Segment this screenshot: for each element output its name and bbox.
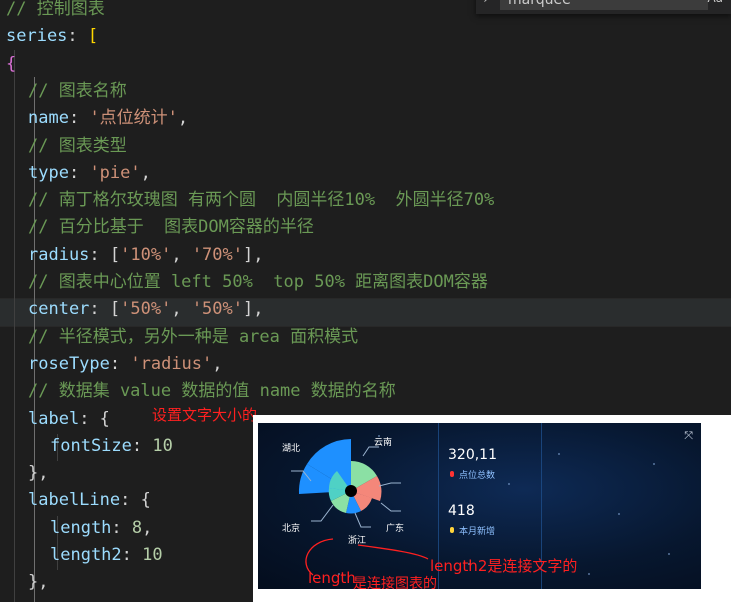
code-line[interactable]: labelLine: { (28, 487, 151, 514)
code-token: : (111, 517, 132, 538)
code-token: 10 (142, 545, 163, 565)
code-token: : [ (89, 244, 121, 265)
code-line[interactable]: }, (28, 569, 48, 596)
code-token: : (121, 545, 143, 565)
code-line[interactable]: length2: 10 (50, 542, 163, 569)
find-widget[interactable]: › marquee Aa (476, 0, 731, 14)
code-token: label (28, 408, 80, 429)
code-token: // 百分比基于 图表DOM容器的半径 (28, 217, 314, 238)
code-line[interactable]: }, (28, 460, 48, 487)
code-token: , (140, 162, 151, 183)
code-token: length2 (50, 545, 122, 565)
code-token: : (68, 162, 90, 183)
code-token: center (28, 299, 90, 320)
code-token: '点位统计' (89, 108, 178, 129)
code-line[interactable]: // 图表名称 (28, 78, 127, 105)
code-token: , (212, 353, 223, 374)
code-token: // 控制图表 (6, 0, 105, 19)
code-line[interactable]: fontSize: 10 (50, 433, 173, 460)
code-line[interactable]: // 图表类型 (28, 133, 127, 160)
code-token: // 半径模式，另外一种是 area 面积模式 (28, 326, 359, 347)
code-line[interactable]: series: [ (6, 23, 98, 50)
length2-annotation: length2是连接文字的 (430, 557, 578, 575)
code-token: : (67, 26, 88, 47)
code-token: : { (79, 408, 110, 429)
code-line[interactable]: length: 8, (50, 515, 152, 542)
code-token: // 图表名称 (28, 80, 127, 101)
code-token: fontSize (50, 435, 132, 456)
code-token: // 图表类型 (28, 135, 127, 156)
code-line[interactable]: { (6, 51, 16, 78)
code-token: ], (243, 299, 264, 320)
code-token: length (50, 517, 112, 538)
code-token: , (142, 517, 153, 538)
code-token: // 南丁格尔玫瑰图 有两个圆 内圆半径10% 外圆半径70% (28, 190, 495, 211)
code-line[interactable]: // 百分比基于 图表DOM容器的半径 (28, 214, 314, 241)
code-token: radius (28, 244, 90, 265)
code-token: 10 (152, 435, 173, 456)
font-size-annotation: 设置文字大小的 (152, 406, 258, 424)
match-case-toggle[interactable]: Aa (707, 0, 723, 5)
code-token: : (68, 108, 90, 129)
length-annotation: 是连接图表的 (353, 576, 437, 592)
code-token: labelLine (28, 490, 121, 511)
code-token: '50%' (191, 299, 243, 320)
code-line[interactable]: center: ['50%', '50%'], (28, 296, 263, 323)
code-token: [ (87, 26, 99, 47)
code-token: '50%' (120, 299, 172, 320)
code-token: 'pie' (89, 162, 141, 183)
code-line[interactable]: // 图表中心位置 left 50% top 50% 距离图表DOM容器 (28, 269, 488, 296)
code-line[interactable]: // 数据集 value 数据的值 name 数据的名称 (28, 378, 396, 405)
code-token: name (28, 108, 69, 129)
code-token: { (6, 53, 17, 74)
code-token: '70%' (191, 244, 243, 265)
code-line[interactable]: roseType: 'radius', (28, 351, 223, 378)
indent-guide (14, 50, 15, 602)
code-token: : (131, 435, 153, 456)
code-token: 8 (131, 517, 143, 538)
code-line[interactable]: type: 'pie', (28, 160, 151, 187)
code-line[interactable]: // 南丁格尔玫瑰图 有两个圆 内圆半径10% 外圆半径70% (28, 187, 494, 214)
code-token: , (177, 108, 189, 129)
code-token: }, (28, 572, 49, 593)
code-token: 'radius' (130, 353, 213, 374)
code-token: series (6, 26, 68, 47)
code-token: : [ (89, 299, 121, 320)
code-line[interactable]: radius: ['10%', '70%'], (28, 242, 263, 269)
code-line[interactable]: // 半径模式，另外一种是 area 面积模式 (28, 324, 358, 351)
code-token: , (171, 299, 192, 320)
find-input[interactable]: marquee (500, 0, 708, 10)
code-token: : { (120, 490, 151, 511)
code-token: '10%' (120, 244, 172, 265)
code-line[interactable]: name: '点位统计', (28, 105, 188, 132)
code-token: : (109, 353, 131, 374)
code-token: // 图表中心位置 left 50% top 50% 距离图表DOM容器 (28, 272, 488, 292)
chevron-right-icon[interactable]: › (482, 0, 489, 6)
chart-preview-image: 湖北 云南 广东 北京 浙江 320,11 点位总数 418 本月新增 ⤧ le… (253, 415, 731, 602)
code-line[interactable]: // 控制图表 (6, 0, 105, 23)
code-line[interactable]: label: { (28, 406, 110, 433)
code-token: type (28, 162, 69, 183)
length-annotation-word: length (308, 569, 356, 587)
code-token: , (171, 244, 192, 265)
code-token: }, (28, 463, 49, 484)
code-token: ], (243, 244, 264, 265)
code-token: // 数据集 value 数据的值 name 数据的名称 (28, 381, 396, 402)
code-token: roseType (28, 353, 110, 374)
